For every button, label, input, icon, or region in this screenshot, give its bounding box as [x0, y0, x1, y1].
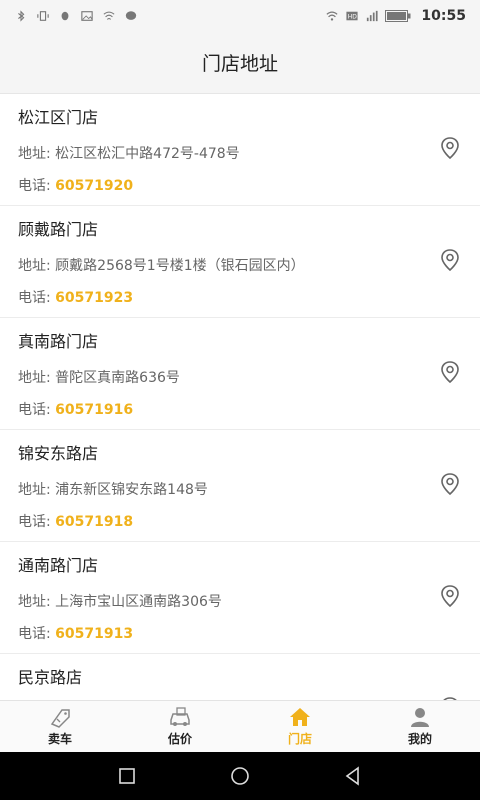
status-right-icons: HD 10:55: [325, 8, 466, 24]
status-bar: HD 10:55: [0, 0, 480, 32]
page-title: 门店地址: [201, 53, 278, 75]
address-label: 地址:: [18, 482, 56, 498]
phone-label: 电话:: [18, 290, 56, 306]
phone-label: 电话:: [18, 402, 56, 418]
tab-label: 我的: [407, 732, 432, 746]
image-icon: [81, 11, 93, 21]
bottom-tab-bar: 卖车 估价 门店 我的: [0, 700, 480, 752]
store-item[interactable]: 通南路门店 地址: 上海市宝山区通南路306号 电话: 60571913: [0, 542, 480, 654]
wifi-share-icon: [103, 11, 115, 20]
chat-icon: [125, 11, 137, 20]
tab-sell-car[interactable]: 卖车: [0, 701, 120, 752]
address-label: 地址:: [18, 370, 56, 386]
location-pin-icon[interactable]: [440, 136, 460, 160]
store-address: 上海市宝山区通南路306号: [55, 594, 222, 610]
location-pin-icon[interactable]: [440, 584, 460, 608]
svg-text:HD: HD: [348, 14, 358, 21]
system-nav-bar: [0, 752, 480, 800]
bluetooth-icon: [18, 10, 25, 22]
store-address-row: 地址: 顾戴路2568号1号楼1楼（银石园区内）: [18, 256, 418, 276]
phone-label: 电话:: [18, 514, 56, 530]
store-address-row: 地址: 松江区松汇中路472号-478号: [18, 144, 418, 164]
status-left-icons: [14, 10, 138, 22]
phone-label: 电话:: [18, 178, 56, 194]
store-item[interactable]: 顾戴路门店 地址: 顾戴路2568号1号楼1楼（银石园区内） 电话: 60571…: [0, 206, 480, 318]
store-name: 松江区门店: [18, 108, 99, 127]
location-pin-icon[interactable]: [440, 360, 460, 384]
store-address-row: 地址: 上海市宝山区通南路306号: [18, 592, 418, 612]
store-address: 松江区松汇中路472号-478号: [55, 146, 240, 162]
sell-car-icon: [50, 709, 70, 728]
store-item[interactable]: 锦安东路店 地址: 浦东新区锦安东路148号 电话: 60571918: [0, 430, 480, 542]
store-phone-row: 电话: 60571918: [18, 512, 462, 532]
store-phone[interactable]: 60571913: [55, 626, 133, 642]
tab-appraisal[interactable]: 估价: [120, 701, 240, 752]
address-label: 地址:: [18, 258, 56, 274]
store-phone-row: 电话: 60571920: [18, 176, 462, 196]
tab-stores[interactable]: 门店: [240, 701, 360, 752]
store-item[interactable]: 松江区门店 地址: 松江区松汇中路472号-478号 电话: 60571920: [0, 94, 480, 206]
header-bar: 门店地址: [0, 32, 480, 94]
home-circle-icon[interactable]: [229, 765, 251, 787]
location-pin-icon[interactable]: [440, 248, 460, 272]
store-phone[interactable]: 60571916: [55, 402, 133, 418]
qq-icon: [61, 11, 69, 21]
store-name: 顾戴路门店: [18, 220, 99, 239]
phone-label: 电话:: [18, 626, 56, 642]
home-icon: [290, 708, 310, 726]
hd-icon: HD: [346, 11, 358, 21]
tab-label: 门店: [287, 732, 312, 746]
store-name: 真南路门店: [18, 332, 99, 351]
battery-icon: [385, 10, 411, 22]
store-name: 通南路门店: [18, 556, 99, 575]
store-address-row: 地址: 普陀区真南路636号: [18, 368, 418, 388]
address-label: 地址:: [18, 594, 56, 610]
store-address-row: 地址: 浦东新区锦安东路148号: [18, 480, 418, 500]
store-phone-row: 电话: 60571916: [18, 400, 462, 420]
store-item[interactable]: 真南路门店 地址: 普陀区真南路636号 电话: 60571916: [0, 318, 480, 430]
store-address: 顾戴路2568号1号楼1楼（银石园区内）: [55, 258, 305, 274]
tab-profile[interactable]: 我的: [360, 701, 480, 752]
wifi-icon: [326, 11, 338, 21]
store-item[interactable]: 民京路店: [0, 654, 480, 700]
profile-icon: [411, 708, 429, 727]
store-phone[interactable]: 60571918: [55, 514, 133, 530]
store-name: 锦安东路店: [18, 444, 99, 463]
store-phone-row: 电话: 60571913: [18, 624, 462, 644]
store-address: 浦东新区锦安东路148号: [55, 482, 208, 498]
store-phone-row: 电话: 60571923: [18, 288, 462, 308]
tab-label: 估价: [167, 732, 192, 746]
address-label: 地址:: [18, 146, 56, 162]
vibrate-icon: [37, 11, 49, 21]
status-time: 10:55: [421, 8, 466, 24]
store-address: 普陀区真南路636号: [55, 370, 180, 386]
signal-icon: [367, 10, 378, 22]
store-phone[interactable]: 60571920: [55, 178, 133, 194]
appraisal-icon: [170, 707, 190, 726]
location-pin-icon[interactable]: [440, 472, 460, 496]
store-phone[interactable]: 60571923: [55, 290, 133, 306]
store-list[interactable]: 松江区门店 地址: 松江区松汇中路472号-478号 电话: 60571920 …: [0, 94, 480, 700]
recents-icon[interactable]: [116, 765, 138, 787]
tab-label: 卖车: [47, 732, 72, 746]
store-name: 民京路店: [18, 668, 83, 687]
back-icon[interactable]: [342, 765, 364, 787]
